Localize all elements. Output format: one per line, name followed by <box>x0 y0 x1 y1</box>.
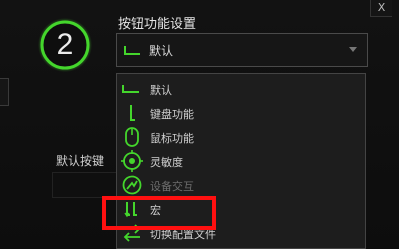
default-button-label: 默认按键 <box>56 154 105 168</box>
function-dropdown[interactable]: 默认 <box>116 33 368 67</box>
button-assignment-window: X 2 按钮功能设置 默认 默认按键 默认 键盘功能 鼠标功能 灵敏度 设备交互… <box>0 0 399 249</box>
close-icon[interactable]: X <box>378 1 386 14</box>
menu-item-sensitivity[interactable]: 灵敏度 <box>117 149 365 173</box>
page-title: 按钮功能设置 <box>118 17 197 32</box>
menu-item-label: 键盘功能 <box>150 108 194 121</box>
mouse-icon <box>117 125 147 149</box>
menu-item-label: 灵敏度 <box>150 156 183 169</box>
menu-item-label: 设备交互 <box>150 180 194 193</box>
sensitivity-icon <box>117 149 147 173</box>
menu-item-device-interaction[interactable]: 设备交互 <box>117 173 365 197</box>
menu-item-mouse[interactable]: 鼠标功能 <box>117 125 365 149</box>
menu-item-keyboard[interactable]: 键盘功能 <box>117 101 365 125</box>
keyboard-key-icon <box>117 101 147 125</box>
side-panel-tab[interactable] <box>0 78 9 106</box>
device-interaction-icon <box>117 173 147 197</box>
menu-item-label: 鼠标功能 <box>150 132 194 145</box>
dropdown-selected-value: 默认 <box>149 44 174 58</box>
default-button-field[interactable] <box>52 172 119 198</box>
default-arrow-icon <box>117 77 147 101</box>
highlight-box <box>102 196 216 230</box>
close-button[interactable]: X <box>370 0 392 17</box>
button-number-badge: 2 <box>37 17 93 73</box>
button-number: 2 <box>56 28 74 61</box>
menu-item-label: 默认 <box>150 84 172 97</box>
default-arrow-icon <box>119 36 145 64</box>
menu-item-default[interactable]: 默认 <box>117 77 365 101</box>
chevron-down-icon[interactable] <box>349 47 357 52</box>
